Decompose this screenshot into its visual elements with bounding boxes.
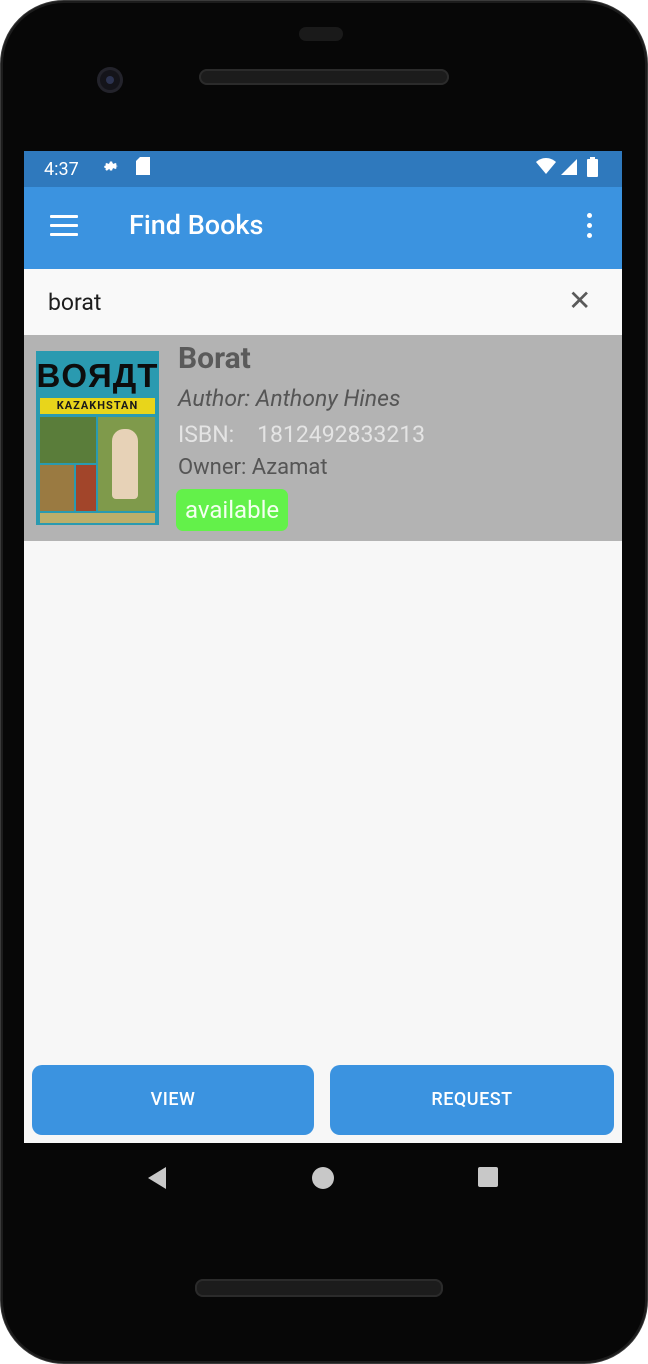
phone-frame: 4:37 Find Books borat ✕ BOЯДT KAZAKHSTAN… [0,0,648,1364]
cover-title: BOЯДT [36,357,159,394]
signal-icon [561,157,577,181]
book-author: Author: Anthony Hines [178,385,401,412]
recents-icon[interactable] [478,1167,498,1187]
top-speaker [199,69,449,85]
isbn-value: 1812492833213 [257,421,426,448]
front-camera [97,67,123,93]
isbn-label: ISBN: [178,421,235,448]
cover-subtitle: KAZAKHSTAN [40,398,155,414]
request-button[interactable]: REQUEST [330,1065,614,1135]
overflow-menu-icon[interactable] [582,213,596,243]
list-item[interactable]: BOЯДT KAZAKHSTAN Borat Author: Anthony H… [24,335,622,541]
sd-card-icon [136,157,150,181]
book-cover-image: BOЯДT KAZAKHSTAN [36,351,159,525]
battery-icon [587,157,598,183]
navigation-bar [24,1143,622,1213]
notch [299,27,343,41]
close-icon[interactable]: ✕ [568,287,591,315]
bottom-speaker [195,1279,443,1297]
search-input[interactable]: borat [48,289,101,316]
wifi-icon [536,157,556,181]
book-owner: Owner: Azamat [178,455,328,480]
page-title: Find Books [129,209,264,241]
hamburger-menu-icon[interactable] [50,215,78,239]
status-badge: available [176,489,289,531]
status-bar: 4:37 [24,151,622,187]
book-title: Borat [178,341,251,376]
book-isbn: ISBN: 1812492833213 [178,421,425,448]
back-icon[interactable] [148,1167,166,1189]
view-button[interactable]: VIEW [32,1065,314,1135]
status-time: 4:37 [44,159,79,180]
gear-icon [102,157,120,181]
search-bar[interactable]: borat ✕ [24,269,622,335]
screen: 4:37 Find Books borat ✕ BOЯДT KAZAKHSTAN… [24,151,622,1143]
home-icon[interactable] [312,1167,334,1189]
app-bar: Find Books [24,187,622,269]
